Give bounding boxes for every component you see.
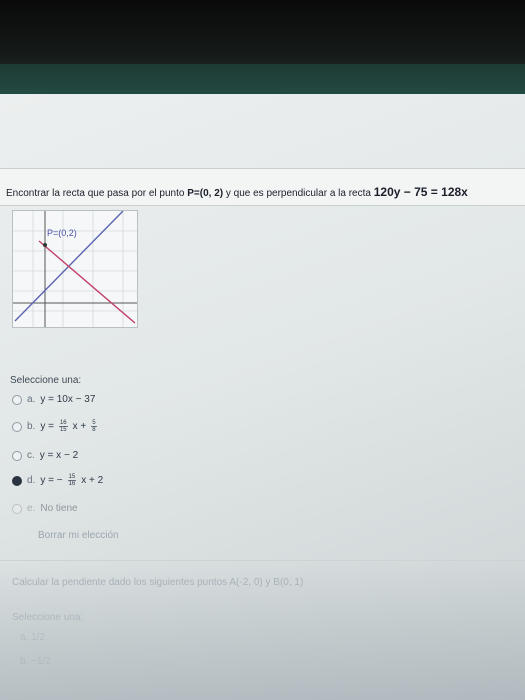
option-a[interactable]: a. y = 10x − 37: [12, 394, 95, 405]
radio-c[interactable]: [12, 450, 22, 461]
option-b-frac1: 16 15: [58, 420, 68, 433]
radio-e[interactable]: [12, 503, 22, 514]
option-e-letter: e.: [27, 503, 36, 514]
point-p: [43, 243, 47, 247]
option-d-letter: d.: [27, 475, 36, 486]
question-mid: y que es perpendicular a la recta: [223, 188, 374, 199]
graph-svg: P=(0,2): [13, 210, 137, 327]
option-c[interactable]: c. y = x − 2: [12, 450, 78, 461]
option-d-lhs: y = −: [40, 475, 63, 486]
question-equation: 120y − 75 = 128x: [373, 185, 468, 199]
select-label: Seleccione una:: [10, 375, 82, 386]
screen-bezel: [0, 0, 525, 70]
question2-option-a[interactable]: a. 1/2: [20, 632, 45, 643]
point-label: P=(0,2): [47, 228, 77, 238]
option-a-text: y = 10x − 37: [40, 394, 96, 405]
question2-text: Calcular la pendiente dado los siguiente…: [12, 577, 304, 588]
question-text: Encontrar la recta que pasa por el punto…: [6, 185, 525, 199]
radio-a[interactable]: [12, 394, 22, 405]
question2-option-b[interactable]: b. −1/2: [20, 656, 51, 667]
option-d-tail: x + 2: [81, 475, 104, 486]
question-divider: [0, 560, 525, 561]
option-d[interactable]: d. y = − 15 16 x + 2: [12, 474, 103, 487]
question-prefix: Encontrar la recta que pasa por el punto: [6, 188, 188, 199]
option-b[interactable]: b. y = 16 15 x + 58: [12, 420, 97, 433]
option-b-mid: x +: [72, 421, 87, 432]
option-b-letter: b.: [27, 421, 36, 432]
option-a-letter: a.: [27, 394, 36, 405]
option-c-letter: c.: [27, 450, 35, 461]
option-d-frac: 15 16: [67, 474, 77, 487]
reset-choice-link[interactable]: Borrar mi elección: [38, 530, 119, 541]
header-bar: [0, 64, 525, 94]
option-e-text: No tiene: [40, 503, 78, 514]
option-e[interactable]: e. No tiene: [12, 503, 78, 514]
radio-b[interactable]: [12, 421, 22, 432]
question2-select-label: Seleccione una:: [12, 612, 84, 623]
option-c-text: y = x − 2: [39, 450, 79, 461]
option-b-frac2: 58: [91, 420, 97, 433]
radio-d-selected[interactable]: [12, 475, 22, 486]
question-point: P=(0, 2): [187, 188, 224, 199]
option-b-lhs: y =: [40, 421, 54, 432]
question-graph: P=(0,2): [12, 210, 138, 328]
